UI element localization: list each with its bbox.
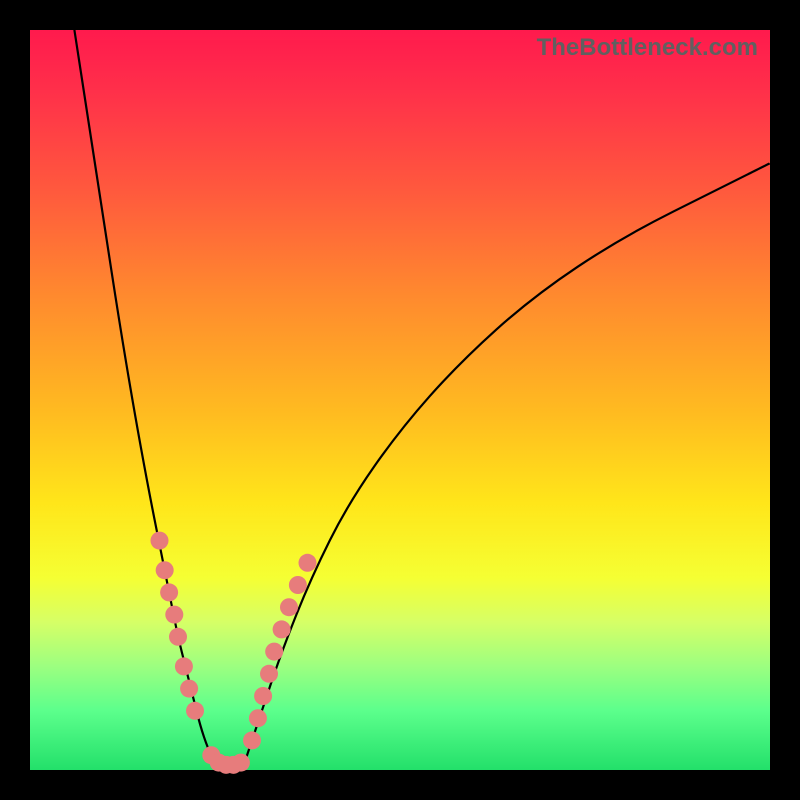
highlight-dot: [156, 561, 174, 579]
highlight-dot: [243, 731, 261, 749]
highlight-dot: [169, 628, 187, 646]
chart-svg: [30, 30, 770, 770]
chart-frame: TheBottleneck.com: [0, 0, 800, 800]
curve-right: [245, 163, 770, 762]
highlight-dot: [180, 680, 198, 698]
highlight-dot: [273, 620, 291, 638]
curve-left: [74, 30, 215, 763]
highlight-dot: [289, 576, 307, 594]
highlight-dot: [260, 665, 278, 683]
highlight-dots-group: [151, 532, 317, 774]
highlight-dot: [175, 657, 193, 675]
highlight-dot: [249, 709, 267, 727]
highlight-dot: [299, 554, 317, 572]
highlight-dot: [151, 532, 169, 550]
highlight-dot: [265, 643, 283, 661]
highlight-dot: [254, 687, 272, 705]
plot-area: TheBottleneck.com: [30, 30, 770, 770]
highlight-dot: [280, 598, 298, 616]
highlight-dot: [160, 583, 178, 601]
highlight-dot: [232, 754, 250, 772]
highlight-dot: [186, 702, 204, 720]
highlight-dot: [165, 606, 183, 624]
